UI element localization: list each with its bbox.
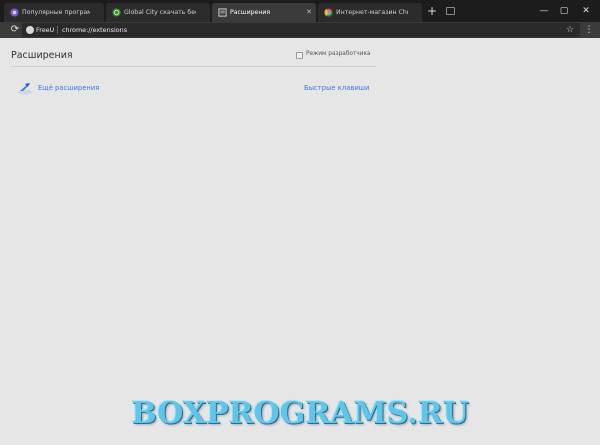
proxy-label[interactable]: FreeU bbox=[36, 23, 54, 37]
address-separator bbox=[57, 26, 58, 34]
proxy-icon[interactable] bbox=[26, 26, 34, 34]
tab-title: Интернет-магазин Chrome - Ра bbox=[336, 9, 408, 16]
web-store-icon bbox=[18, 83, 32, 95]
developer-mode-checkbox[interactable] bbox=[296, 52, 303, 59]
tab-extensions[interactable]: Расширения ✕ bbox=[212, 3, 316, 22]
tab-strip: Популярные программы для П Global City с… bbox=[0, 0, 600, 22]
app-icon bbox=[10, 8, 19, 17]
tab-title: Global City скачать бесплатно bbox=[124, 9, 196, 16]
minimize-icon[interactable]: — bbox=[536, 3, 552, 19]
tab-title: Расширения bbox=[230, 9, 271, 16]
tab-search-icon[interactable] bbox=[446, 7, 455, 15]
reload-icon[interactable]: ⟳ bbox=[8, 23, 22, 37]
keyboard-shortcuts-link[interactable]: Быстрые клавиши bbox=[304, 84, 369, 92]
globe-icon bbox=[112, 8, 121, 17]
close-tab-icon[interactable]: ✕ bbox=[306, 3, 312, 22]
maximize-icon[interactable]: ▢ bbox=[556, 3, 572, 19]
chrome-store-icon bbox=[324, 8, 333, 17]
close-window-icon[interactable]: ✕ bbox=[578, 3, 594, 19]
tab-title: Популярные программы для П bbox=[22, 9, 90, 16]
browser-menu-icon[interactable]: ⋮ bbox=[583, 23, 595, 37]
watermark: BOXPROGRAMS.RU bbox=[131, 396, 469, 431]
developer-mode-label[interactable]: Режим разработчика bbox=[306, 51, 371, 57]
new-tab-button[interactable]: + bbox=[424, 3, 440, 19]
url-text[interactable]: chrome://extensions bbox=[62, 23, 127, 37]
page-title: Расширения bbox=[11, 50, 73, 61]
more-extensions-link[interactable]: Ещё расширения bbox=[38, 84, 99, 92]
header-divider bbox=[11, 66, 376, 67]
address-bar[interactable]: FreeU chrome://extensions ☆ bbox=[22, 23, 580, 37]
bookmark-star-icon[interactable]: ☆ bbox=[566, 23, 574, 37]
tab-popular-programs[interactable]: Популярные программы для П bbox=[4, 3, 104, 22]
toolbar: ⟳ FreeU chrome://extensions ☆ ⋮ bbox=[0, 22, 600, 38]
tab-chrome-store[interactable]: Интернет-магазин Chrome - Ра bbox=[318, 3, 422, 22]
tab-global-city[interactable]: Global City скачать бесплатно bbox=[106, 3, 210, 22]
extensions-page-icon bbox=[218, 8, 227, 17]
